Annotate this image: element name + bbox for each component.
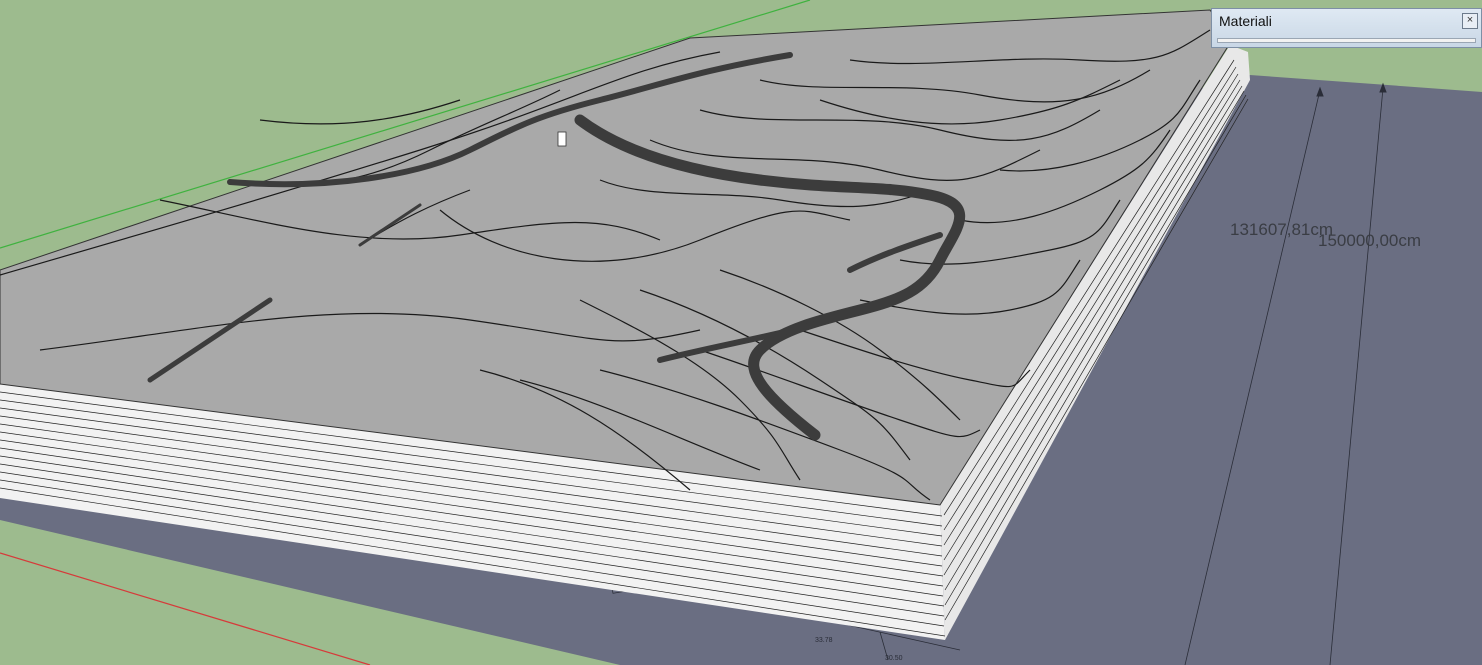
materials-panel-title: Materiali — [1219, 13, 1272, 29]
materials-panel-bar — [1217, 38, 1476, 43]
close-icon[interactable]: × — [1462, 13, 1478, 29]
svg-text:30.50: 30.50 — [885, 655, 903, 662]
materials-panel[interactable]: Materiali × — [1211, 8, 1482, 48]
dimension-label-b: 150000,00cm — [1318, 231, 1422, 250]
svg-text:33.78: 33.78 — [815, 637, 833, 644]
building-marker — [557, 131, 567, 147]
3d-viewport[interactable]: 32.60 33.41 33.40 35.40 34.40 35.50 35.7… — [0, 0, 1482, 665]
